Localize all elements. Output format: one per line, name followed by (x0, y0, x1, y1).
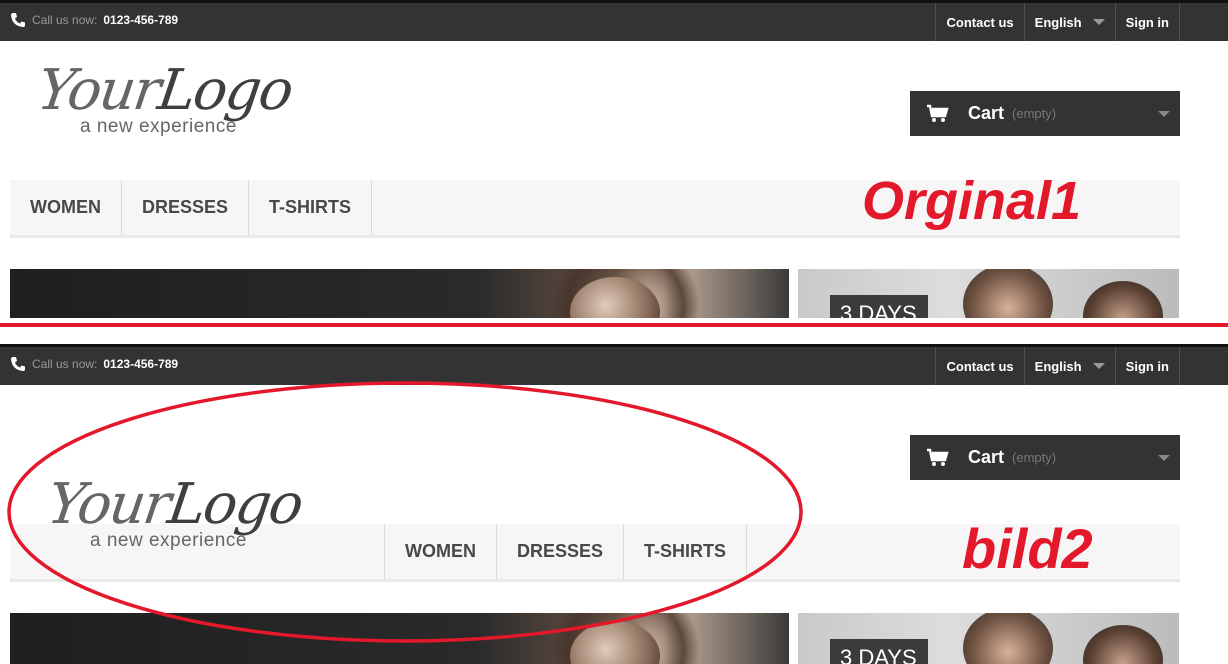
language-label: English (1034, 14, 1082, 30)
red-divider (0, 323, 1228, 327)
call-label: Call us now: (32, 357, 98, 371)
site-logo[interactable]: YourLogo a new experience (33, 58, 328, 148)
phone-icon (11, 13, 25, 27)
cart-button[interactable]: Cart (empty) (910, 91, 1180, 136)
phone-icon (11, 357, 25, 371)
annotation-label: Orginal1 (862, 171, 1082, 231)
promo-person (1083, 625, 1163, 664)
cart-icon (927, 448, 949, 466)
logo-tagline: a new experience (90, 530, 247, 551)
screenshot-original: Call us now: 0123-456-789 Contact us Eng… (0, 0, 1228, 318)
promo-banner[interactable]: 3 DAYS (798, 269, 1179, 318)
chevron-down-icon (1092, 363, 1105, 369)
menu-item-women[interactable]: WOMEN (384, 524, 497, 579)
promo-banner[interactable]: 3 DAYS (798, 613, 1179, 664)
top-bar: Call us now: 0123-456-789 Contact us Eng… (0, 344, 1228, 385)
call-label: Call us now: (32, 13, 98, 27)
sign-in-link[interactable]: Sign in (1114, 347, 1180, 385)
phone-number[interactable]: 0123-456-789 (103, 13, 178, 27)
language-selector[interactable]: English (1023, 347, 1115, 385)
logo-wordmark: YourLogo (33, 58, 296, 123)
site-logo[interactable]: YourLogo a new experience (43, 472, 338, 562)
logo-wordmark: YourLogo (43, 472, 306, 537)
top-bar: Call us now: 0123-456-789 Contact us Eng… (0, 0, 1228, 41)
promo-person (1083, 281, 1163, 318)
homepage-slider[interactable] (10, 269, 789, 318)
top-nav: Contact us English Sign in (935, 3, 1180, 41)
menu-item-women[interactable]: WOMEN (10, 180, 122, 235)
logo-tagline: a new experience (80, 116, 237, 137)
menu-item-dresses[interactable]: DRESSES (497, 524, 625, 579)
annotation-label: bild2 (962, 517, 1093, 580)
main-menu-items: WOMEN DRESSES T-SHIRTS (384, 524, 748, 579)
promo-person (963, 269, 1053, 318)
chevron-down-icon (1158, 111, 1170, 117)
call-us: Call us now: 0123-456-789 (10, 356, 178, 372)
cart-icon (927, 104, 949, 122)
language-selector[interactable]: English (1023, 3, 1115, 41)
menu-item-tshirts[interactable]: T-SHIRTS (249, 180, 373, 235)
chevron-down-icon (1158, 455, 1170, 461)
call-us: Call us now: 0123-456-789 (10, 12, 178, 28)
cart-button[interactable]: Cart (empty) (910, 435, 1180, 480)
chevron-down-icon (1092, 19, 1105, 25)
menu-item-tshirts[interactable]: T-SHIRTS (624, 524, 748, 579)
menu-item-dresses[interactable]: DRESSES (122, 180, 250, 235)
language-label: English (1034, 358, 1082, 374)
phone-number[interactable]: 0123-456-789 (103, 357, 178, 371)
contact-us-link[interactable]: Contact us (935, 347, 1023, 385)
cart-status: (empty) (1012, 450, 1057, 465)
sign-in-link[interactable]: Sign in (1114, 3, 1180, 41)
promo-badge: 3 DAYS (830, 295, 928, 318)
cart-label: Cart (968, 447, 1005, 467)
main-menu-items: WOMEN DRESSES T-SHIRTS (10, 180, 373, 235)
top-nav: Contact us English Sign in (935, 347, 1180, 385)
homepage-slider[interactable] (10, 613, 789, 664)
cart-status: (empty) (1012, 106, 1057, 121)
promo-badge: 3 DAYS (830, 639, 928, 664)
contact-us-link[interactable]: Contact us (935, 3, 1023, 41)
promo-person (963, 613, 1053, 664)
screenshot-modified: Call us now: 0123-456-789 Contact us Eng… (0, 344, 1228, 664)
cart-label: Cart (968, 103, 1005, 123)
